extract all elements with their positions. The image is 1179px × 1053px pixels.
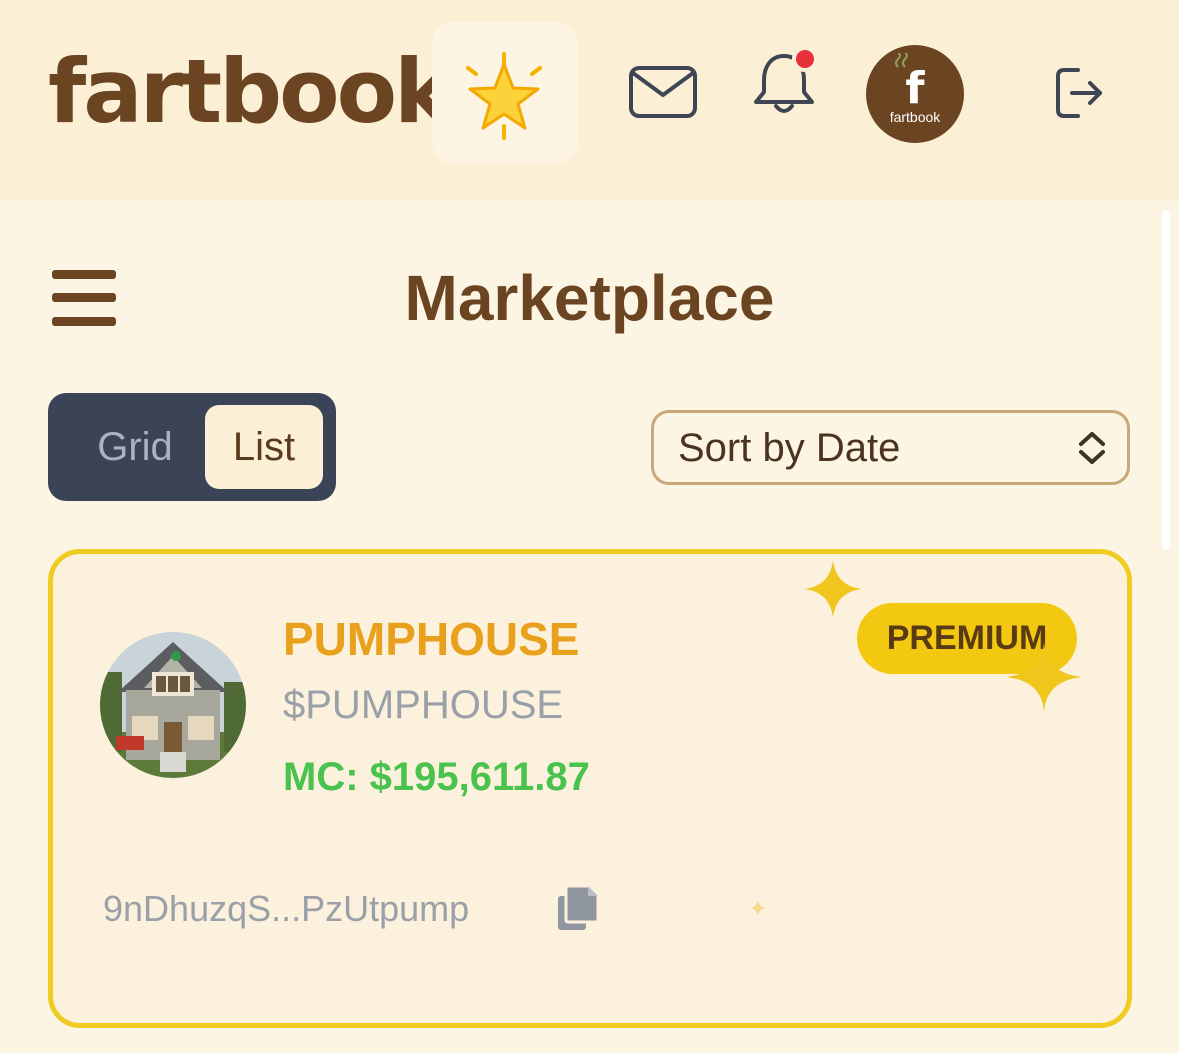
mail-icon: [629, 66, 697, 118]
token-name[interactable]: PUMPHOUSE: [283, 612, 579, 666]
chevron-up-down-icon: [1079, 432, 1105, 464]
star-button[interactable]: [432, 22, 578, 164]
avatar-letter: f: [905, 63, 925, 114]
logout-button[interactable]: [1054, 66, 1106, 125]
view-list-button[interactable]: List: [205, 405, 323, 489]
sort-select-value: Sort by Date: [678, 426, 901, 470]
sparkle-icon: [804, 560, 862, 618]
copy-address-button[interactable]: [556, 884, 600, 937]
contract-address: 9nDhuzqS...PzUtpump: [103, 888, 470, 929]
glowing-star-icon: [466, 52, 542, 140]
token-ticker: $PUMPHOUSE: [283, 683, 564, 727]
view-toggle: Grid List: [48, 393, 336, 501]
logout-icon: [1056, 68, 1102, 118]
profile-avatar[interactable]: f fartbook: [866, 45, 964, 143]
notification-dot: [792, 46, 818, 72]
sparkle-icon: [1006, 642, 1082, 712]
token-image: [100, 632, 246, 778]
messages-button[interactable]: [628, 65, 698, 124]
copy-icon: [558, 884, 600, 930]
avatar-caption: fartbook: [889, 109, 941, 125]
brand-logo-text[interactable]: fartbook: [48, 42, 453, 142]
page-title: Marketplace: [404, 262, 775, 334]
sparkle-icon: [750, 900, 766, 916]
view-grid-button[interactable]: Grid: [60, 405, 210, 489]
sort-select[interactable]: Sort by Date: [651, 410, 1130, 485]
scrollbar[interactable]: [1162, 210, 1170, 550]
market-cap: MC: $195,611.87: [283, 755, 590, 799]
top-header: fartbook f fartbook: [0, 0, 1179, 200]
